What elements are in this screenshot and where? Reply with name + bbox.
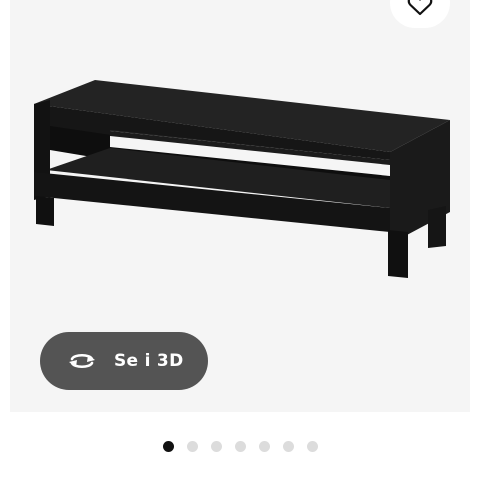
carousel-dot-6[interactable]: [282, 440, 294, 452]
carousel-dot-3[interactable]: [210, 440, 222, 452]
carousel-dot-5[interactable]: [258, 440, 270, 452]
product-image[interactable]: Se i 3D: [10, 0, 470, 412]
product-gallery-screen: Se i 3D: [0, 0, 480, 480]
carousel-dot-2[interactable]: [186, 440, 198, 452]
carousel-pagination: [0, 439, 480, 453]
view-in-3d-label: Se i 3D: [114, 351, 184, 371]
rotate-3d-icon: [66, 350, 98, 372]
carousel-dot-4[interactable]: [234, 440, 246, 452]
view-in-3d-button[interactable]: Se i 3D: [40, 332, 208, 390]
heart-icon: [407, 0, 433, 16]
carousel-dot-1[interactable]: [162, 440, 174, 452]
carousel-dot-7[interactable]: [306, 440, 318, 452]
